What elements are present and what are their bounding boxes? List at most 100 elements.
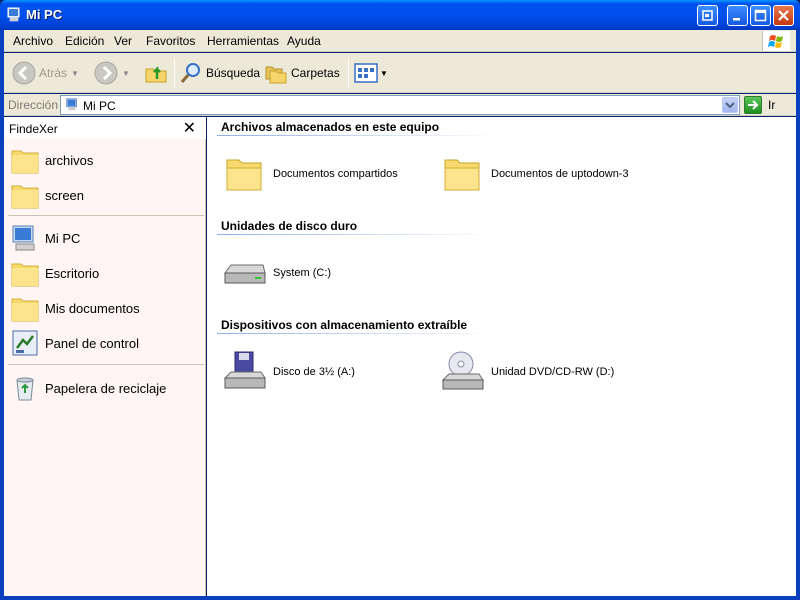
- panel-item-mi-pc[interactable]: Mi PC: [4, 221, 206, 255]
- item-documentos-compartidos[interactable]: Documentos compartidos: [221, 152, 398, 196]
- title-bar[interactable]: Mi PC: [0, 0, 800, 30]
- folder-icon: [11, 150, 39, 174]
- windows-logo-icon: [762, 31, 790, 51]
- views-icon: [354, 63, 378, 83]
- folders-label: Carpetas: [291, 66, 340, 80]
- address-bar: Dirección Mi PC Ir: [4, 94, 796, 116]
- my-computer-icon: [12, 225, 35, 251]
- forward-dropdown-icon[interactable]: ▼: [122, 69, 130, 78]
- search-icon: [180, 63, 200, 83]
- control-panel-icon: [12, 330, 38, 356]
- item-documentos-uptodown[interactable]: Documentos de uptodown-3: [439, 152, 629, 196]
- item-label: Documentos de uptodown-3: [491, 168, 629, 180]
- folders-icon: [265, 66, 287, 84]
- forward-button[interactable]: ▼: [94, 59, 130, 87]
- chevron-down-icon: [725, 102, 735, 109]
- folders-button[interactable]: Carpetas: [264, 59, 340, 87]
- back-button[interactable]: Atrás ▼: [12, 59, 79, 87]
- my-computer-icon: [7, 7, 20, 22]
- panel-item-label: Panel de control: [45, 336, 139, 351]
- panel-item-papelera[interactable]: Papelera de reciclaje: [4, 371, 206, 405]
- floppy-drive-icon: [223, 351, 266, 389]
- content-area: Archivos almacenados en este equipo Docu…: [207, 117, 796, 596]
- address-dropdown-button[interactable]: [722, 97, 738, 113]
- folder-icon: [11, 263, 39, 287]
- panel-item-label: screen: [45, 188, 85, 203]
- back-label: Atrás: [39, 66, 68, 80]
- group-header: Dispositivos con almacenamiento extraíbl…: [221, 318, 468, 332]
- maximize-button[interactable]: [750, 5, 771, 26]
- group-divider: [217, 135, 497, 136]
- minimize-icon: [733, 18, 740, 21]
- panel-item-label: Mis documentos: [45, 301, 140, 316]
- window-title: Mi PC: [26, 7, 63, 22]
- item-floppy-a[interactable]: Disco de 3½ (A:): [221, 350, 355, 394]
- group-divider: [217, 234, 497, 235]
- explorer-window: Mi PC Archivo Edición Ver Favoritos Herr…: [0, 0, 800, 600]
- panel-item-label: archivos: [45, 153, 94, 168]
- panel-item-label: Escritorio: [45, 266, 100, 281]
- panel-header: FindeXer ✕: [4, 117, 206, 139]
- restore-icon: [702, 10, 713, 21]
- group-header: Archivos almacenados en este equipo: [221, 120, 440, 134]
- toolbar-separator: [174, 59, 175, 87]
- group-header: Unidades de disco duro: [221, 219, 358, 233]
- address-input[interactable]: Mi PC: [60, 95, 740, 115]
- menu-ver[interactable]: Ver: [114, 34, 132, 48]
- menu-bar: Archivo Edición Ver Favoritos Herramient…: [4, 30, 796, 52]
- panel-close-icon[interactable]: ✕: [183, 118, 196, 138]
- item-label: Documentos compartidos: [273, 168, 398, 180]
- item-dvd-d[interactable]: Unidad DVD/CD-RW (D:): [439, 350, 614, 394]
- toolbar: Atrás ▼ ▼ Búsqueda Carpetas ▼: [4, 53, 796, 93]
- back-arrow-icon: [12, 61, 36, 85]
- window-border-bottom: [0, 596, 800, 600]
- recycle-bin-icon: [16, 377, 34, 401]
- panel-title: FindeXer: [9, 122, 58, 136]
- views-button[interactable]: ▼: [354, 59, 388, 87]
- item-label: Disco de 3½ (A:): [273, 366, 355, 378]
- menu-ayuda[interactable]: Ayuda: [287, 34, 321, 48]
- close-button[interactable]: [773, 5, 794, 26]
- my-computer-icon: [66, 98, 77, 111]
- restore-button[interactable]: [697, 5, 718, 26]
- address-label: Dirección: [8, 98, 59, 112]
- item-label: Unidad DVD/CD-RW (D:): [491, 366, 615, 378]
- menu-favoritos[interactable]: Favoritos: [146, 34, 195, 48]
- panel-separator: [8, 364, 204, 365]
- panel-item-screen[interactable]: screen: [4, 178, 206, 212]
- folder-icon: [11, 298, 39, 322]
- panel-item-mis-documentos[interactable]: Mis documentos: [4, 291, 206, 325]
- panel-item-panel-de-control[interactable]: Panel de control: [4, 326, 206, 360]
- views-dropdown-icon[interactable]: ▼: [380, 69, 388, 78]
- go-button[interactable]: Ir: [744, 95, 775, 115]
- close-icon: [778, 10, 789, 21]
- panel-item-archivos[interactable]: archivos: [4, 143, 206, 177]
- folder-icon: [11, 185, 39, 209]
- search-label: Búsqueda: [206, 66, 261, 80]
- go-label: Ir: [768, 98, 776, 112]
- group-divider: [217, 333, 497, 334]
- go-arrow-icon: [744, 96, 762, 114]
- menu-archivo[interactable]: Archivo: [13, 34, 53, 48]
- panel-item-escritorio[interactable]: Escritorio: [4, 256, 206, 290]
- folder-icon: [444, 159, 480, 191]
- address-value: Mi PC: [83, 99, 116, 113]
- panel-separator: [8, 215, 204, 216]
- dvd-drive-icon: [441, 351, 484, 390]
- maximize-icon: [754, 9, 767, 22]
- minimize-button[interactable]: [727, 5, 748, 26]
- menu-edicion[interactable]: Edición: [65, 34, 104, 48]
- item-system-c[interactable]: System (C:): [221, 251, 331, 295]
- panel-item-label: Papelera de reciclaje: [45, 381, 167, 396]
- search-button[interactable]: Búsqueda: [179, 59, 260, 87]
- toolbar-separator: [348, 59, 349, 87]
- up-folder-button[interactable]: [144, 59, 168, 87]
- up-folder-icon: [145, 65, 167, 83]
- forward-arrow-icon: [94, 61, 118, 85]
- back-dropdown-icon[interactable]: ▼: [71, 69, 79, 78]
- findexer-panel: FindeXer ✕ archivos screen Mi PC Escrito…: [4, 117, 206, 596]
- menu-herramientas[interactable]: Herramientas: [207, 34, 279, 48]
- folder-icon: [226, 159, 262, 191]
- hard-drive-icon: [224, 264, 266, 284]
- item-label: System (C:): [273, 267, 332, 279]
